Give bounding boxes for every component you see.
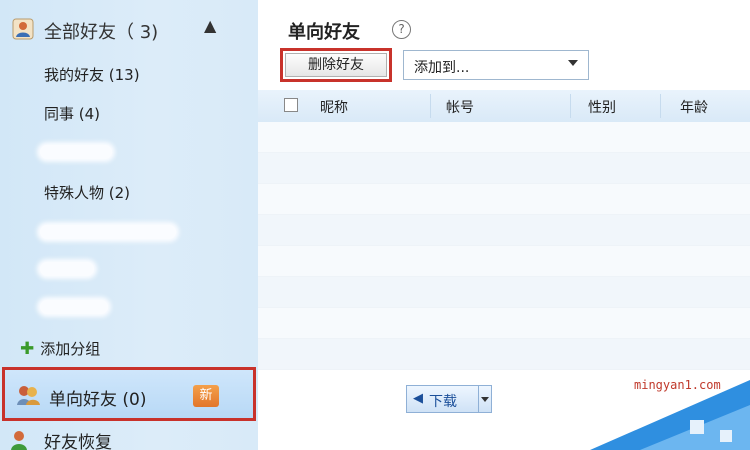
collapse-caret-icon[interactable]: ▲ bbox=[204, 16, 216, 35]
group-colleagues[interactable]: 同事 (4) bbox=[44, 103, 100, 124]
column-age[interactable]: 年龄 bbox=[680, 97, 708, 117]
redacted-group bbox=[40, 225, 176, 239]
redacted-group bbox=[40, 262, 94, 276]
help-icon[interactable]: ? bbox=[392, 20, 411, 39]
group-special-people[interactable]: 特殊人物 (2) bbox=[44, 182, 130, 203]
friend-recover-icon bbox=[11, 431, 27, 450]
table-row bbox=[258, 153, 750, 184]
delete-friend-button[interactable]: 删除好友 bbox=[280, 48, 392, 82]
friend-table-body bbox=[258, 122, 750, 370]
add-group-button[interactable]: ✚ 添加分组 bbox=[20, 338, 100, 359]
table-row bbox=[258, 215, 750, 246]
add-to-dropdown[interactable]: 添加到... bbox=[403, 50, 589, 80]
group-my-friends[interactable]: 我的好友 (13) bbox=[44, 64, 140, 85]
new-badge: 新 bbox=[193, 385, 219, 407]
table-row bbox=[258, 184, 750, 215]
column-divider bbox=[660, 94, 661, 118]
watermark-text: mingyan1.com bbox=[634, 378, 721, 392]
download-dropdown-arrow[interactable] bbox=[478, 386, 491, 412]
table-row bbox=[258, 308, 750, 339]
column-divider bbox=[570, 94, 571, 118]
all-friends-header[interactable]: 全部好友（ 3) ▲ bbox=[0, 14, 258, 48]
plus-icon: ✚ bbox=[20, 339, 35, 359]
table-row bbox=[258, 122, 750, 153]
column-divider bbox=[430, 94, 431, 118]
chevron-down-icon bbox=[568, 60, 578, 66]
column-account[interactable]: 帐号 bbox=[446, 97, 474, 117]
select-all-checkbox[interactable] bbox=[284, 98, 298, 112]
sidebar: 全部好友（ 3) ▲ 我的好友 (13) 同事 (4) 特殊人物 (2) ✚ 添加… bbox=[0, 0, 259, 450]
back-arrow-icon: ◀ bbox=[413, 391, 423, 406]
page-title: 单向好友 bbox=[288, 22, 360, 43]
all-friends-title: 全部好友（ 3) bbox=[44, 22, 159, 43]
friend-recover-label: 好友恢复 bbox=[44, 433, 112, 450]
table-row bbox=[258, 277, 750, 308]
table-row bbox=[258, 246, 750, 277]
oneway-friends-icon bbox=[17, 386, 40, 405]
oneway-friends-item[interactable]: 单向好友 (0) 新 bbox=[2, 367, 256, 421]
friends-person-icon bbox=[12, 18, 34, 40]
add-group-label: 添加分组 bbox=[40, 340, 101, 358]
oneway-friends-label: 单向好友 (0) bbox=[49, 390, 147, 410]
download-button[interactable]: ◀ 下载 bbox=[406, 385, 492, 413]
download-label: 下载 bbox=[429, 394, 457, 410]
table-header: 昵称 帐号 性别 年龄 bbox=[258, 90, 750, 123]
redacted-group bbox=[40, 300, 108, 314]
column-nickname[interactable]: 昵称 bbox=[320, 97, 348, 117]
add-to-value: 添加到... bbox=[414, 60, 470, 76]
column-gender[interactable]: 性别 bbox=[588, 97, 616, 117]
delete-friend-label: 删除好友 bbox=[285, 53, 387, 77]
redacted-group bbox=[40, 145, 112, 159]
decorative-wave bbox=[590, 380, 750, 450]
